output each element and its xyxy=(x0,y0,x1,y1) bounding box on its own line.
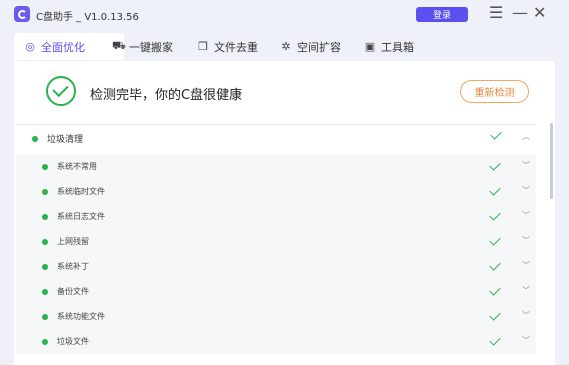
item-label: 系统功能文件 xyxy=(57,312,105,321)
item-label: 备份文件 xyxy=(57,287,89,296)
tab-label: 一键搬家 xyxy=(129,40,173,54)
rocket-icon: ✲ xyxy=(281,40,291,53)
item-label: 上网残留 xyxy=(57,237,89,246)
status-text: 检测完毕，你的C盘很健康 xyxy=(90,88,243,103)
item-label: 系统临时文件 xyxy=(57,187,105,196)
list-item[interactable]: 上网残留 ﹀ xyxy=(16,229,536,254)
status-dot-icon xyxy=(42,314,48,320)
item-label: 系统不常用 xyxy=(57,162,97,171)
chevron-down-icon[interactable]: ﹀ xyxy=(522,310,530,321)
list-item[interactable]: 系统补丁 ﹀ xyxy=(16,254,536,279)
tab-label: 工具箱 xyxy=(381,40,414,54)
check-icon xyxy=(489,309,501,321)
check-icon xyxy=(489,259,501,271)
title-bar: C盘助手 _ V1.0.13.56 登录 ☰ — ✕ xyxy=(0,0,569,28)
tab-label: 全面优化 xyxy=(41,40,85,54)
status-dot-icon xyxy=(42,239,48,245)
close-icon[interactable]: ✕ xyxy=(533,4,546,22)
tab-label: 文件去重 xyxy=(214,40,258,54)
check-icon xyxy=(489,334,501,346)
chevron-down-icon[interactable]: ﹀ xyxy=(522,185,530,196)
app-title: C盘助手 _ V1.0.13.56 xyxy=(36,12,139,23)
list-item[interactable]: 系统临时文件 ﹀ xyxy=(16,179,536,204)
scrollbar[interactable] xyxy=(550,123,553,199)
status-dot-icon xyxy=(42,214,48,220)
chevron-down-icon[interactable]: ﹀ xyxy=(522,160,530,171)
chevron-down-icon[interactable]: ﹀ xyxy=(522,235,530,246)
list-item[interactable]: 垃圾文件 ﹀ xyxy=(16,329,536,354)
list-item[interactable]: 系统不常用 ﹀ xyxy=(16,154,536,179)
list-item[interactable]: 备份文件 ﹀ xyxy=(16,279,536,304)
truck-icon: ⛟ xyxy=(112,39,126,52)
item-label: 系统补丁 xyxy=(57,262,89,271)
chevron-down-icon[interactable]: ﹀ xyxy=(522,260,530,271)
tab-space-expand[interactable]: ✲ 空间扩容 xyxy=(280,33,341,60)
chevron-up-icon[interactable]: ︿ xyxy=(522,131,530,142)
menu-icon[interactable]: ☰ xyxy=(489,4,503,22)
chevron-down-icon[interactable]: ﹀ xyxy=(522,285,530,296)
login-button[interactable]: 登录 xyxy=(416,7,468,22)
scan-result-list: 垃圾清理 ︿ 系统不常用 ﹀ 系统临时文件 ﹀ 系统日志文件 ﹀ 上网残留 ﹀ xyxy=(16,124,536,365)
tab-toolbox[interactable]: ▣ 工具箱 xyxy=(364,33,414,60)
status-dot-icon xyxy=(32,136,38,142)
check-circle-icon xyxy=(46,76,76,106)
item-label: 系统日志文件 xyxy=(57,212,105,221)
status-dot-icon xyxy=(42,264,48,270)
tab-one-click-move[interactable]: ⛟ 一键搬家 xyxy=(112,33,173,60)
toolbox-icon: ▣ xyxy=(364,40,376,53)
chevron-down-icon[interactable]: ﹀ xyxy=(522,335,530,346)
check-icon xyxy=(489,234,501,246)
chevron-down-icon[interactable]: ﹀ xyxy=(522,210,530,221)
category-junk-clean[interactable]: 垃圾清理 ︿ xyxy=(16,124,536,150)
main-panel: 检测完毕，你的C盘很健康 重新检测 垃圾清理 ︿ 系统不常用 ﹀ 系统临时文件 … xyxy=(14,61,555,365)
status-dot-icon xyxy=(42,289,48,295)
check-icon xyxy=(490,128,502,140)
check-icon xyxy=(489,209,501,221)
tab-bar: ◎ 全面优化 ⛟ 一键搬家 ❐ 文件去重 ✲ 空间扩容 ▣ 工具箱 xyxy=(14,33,555,61)
recheck-button[interactable]: 重新检测 xyxy=(460,80,529,103)
minimize-icon[interactable]: — xyxy=(512,4,528,22)
list-item[interactable]: 系统功能文件 ﹀ xyxy=(16,304,536,329)
check-icon xyxy=(489,284,501,296)
status-dot-icon xyxy=(42,189,48,195)
tab-label: 空间扩容 xyxy=(297,40,341,54)
tab-full-optimize[interactable]: ◎ 全面优化 xyxy=(14,33,124,60)
list-item[interactable]: 系统日志文件 ﹀ xyxy=(16,204,536,229)
status-dot-icon xyxy=(42,339,48,345)
category-label: 垃圾清理 xyxy=(47,135,84,145)
tab-file-dedupe[interactable]: ❐ 文件去重 xyxy=(197,33,258,60)
shield-icon: ◎ xyxy=(25,40,35,53)
item-label: 垃圾文件 xyxy=(57,337,89,346)
app-logo-icon xyxy=(14,6,30,22)
check-icon xyxy=(489,159,501,171)
status-dot-icon xyxy=(42,164,48,170)
file-copy-icon: ❐ xyxy=(198,40,208,53)
check-icon xyxy=(489,184,501,196)
